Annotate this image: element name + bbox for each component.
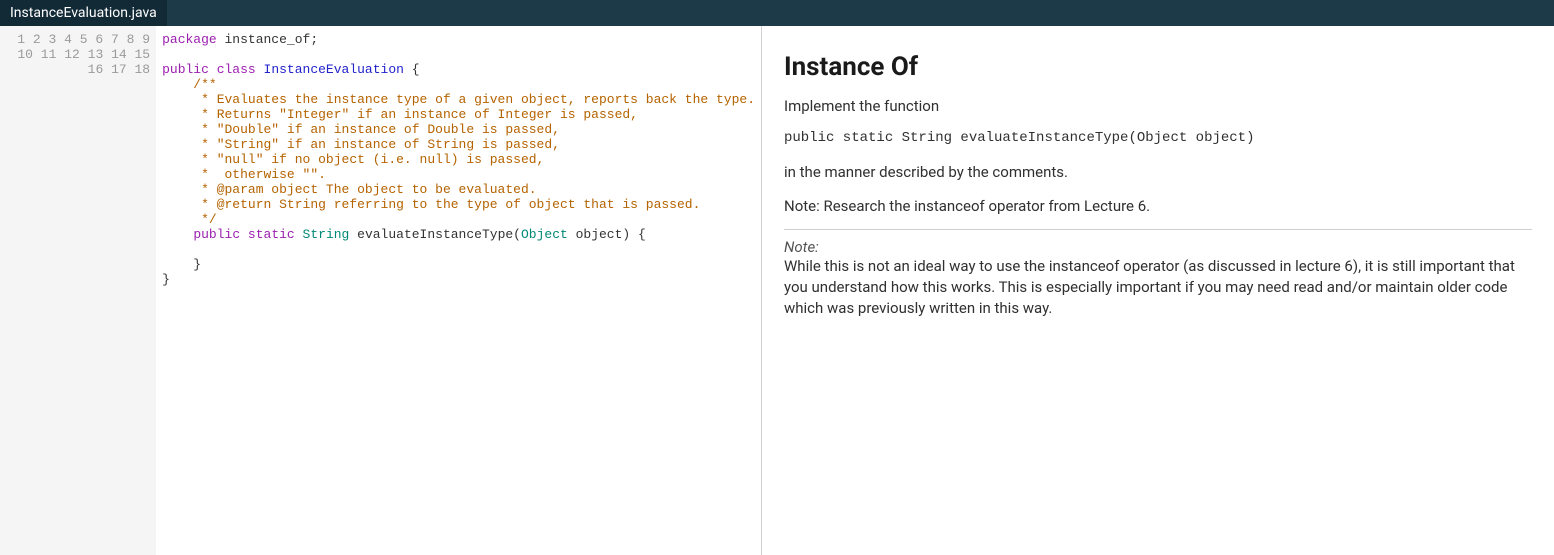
line-number: 15 [134,47,150,62]
function-signature: public static String evaluateInstanceTyp… [784,130,1532,146]
line-number: 13 [88,47,104,62]
description-paragraph: Note: Research the instanceof operator f… [784,196,1532,218]
line-number: 3 [49,32,57,47]
line-number: 9 [142,32,150,47]
line-number: 6 [95,32,103,47]
description-paragraph: Implement the function [784,96,1532,118]
line-number: 1 [17,32,25,47]
tab-bar: InstanceEvaluation.java [0,0,1554,26]
code-editor[interactable]: package instance_of; public class Instan… [156,26,761,555]
line-number: 7 [111,32,119,47]
note-label: Note: [784,238,1532,256]
line-number: 8 [127,32,135,47]
line-number: 17 [111,62,127,77]
line-number: 4 [64,32,72,47]
line-number: 2 [33,32,41,47]
line-number: 18 [134,62,150,77]
line-number: 5 [80,32,88,47]
line-number: 10 [17,47,33,62]
line-number: 12 [64,47,80,62]
line-number: 11 [41,47,57,62]
description-title: Instance Of [784,52,1532,82]
line-number: 16 [88,62,104,77]
file-tab[interactable]: InstanceEvaluation.java [0,0,167,26]
main-split: 1 2 3 4 5 6 7 8 9 10 11 12 13 14 15 16 1… [0,26,1554,555]
line-number: 14 [111,47,127,62]
note-body: While this is not an ideal way to use th… [784,256,1532,319]
line-number-gutter: 1 2 3 4 5 6 7 8 9 10 11 12 13 14 15 16 1… [0,26,156,555]
divider [784,229,1532,230]
description-paragraph: in the manner described by the comments. [784,162,1532,184]
description-pane: Instance Of Implement the function publi… [762,26,1554,555]
tab-label: InstanceEvaluation.java [10,5,157,21]
editor-pane: 1 2 3 4 5 6 7 8 9 10 11 12 13 14 15 16 1… [0,26,762,555]
